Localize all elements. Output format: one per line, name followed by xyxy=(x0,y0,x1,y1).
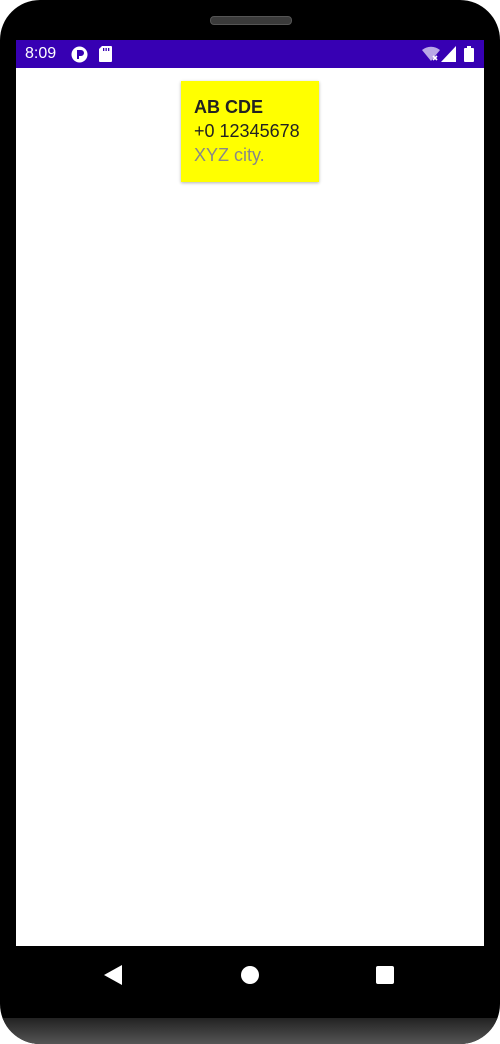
status-bar: 8:09 xyxy=(16,40,484,68)
screen: 8:09 AB CDE +0 12345678 XYZ city. xyxy=(16,40,484,946)
contact-phone: +0 12345678 xyxy=(194,121,300,141)
device-frame: 8:09 AB CDE +0 12345678 XYZ city. xyxy=(0,0,500,1044)
back-icon[interactable] xyxy=(104,965,122,990)
app-notification-icon xyxy=(71,46,88,68)
contact-city: XYZ city. xyxy=(194,145,265,165)
recents-icon[interactable] xyxy=(376,966,394,989)
sd-card-icon xyxy=(99,46,112,67)
navigation-bar xyxy=(0,946,500,1006)
status-time: 8:09 xyxy=(25,45,57,62)
battery-icon xyxy=(464,46,474,67)
signal-icon xyxy=(441,46,456,67)
contact-card[interactable]: AB CDE +0 12345678 XYZ city. xyxy=(181,81,319,182)
contact-name: AB CDE xyxy=(194,97,264,117)
speaker-grille xyxy=(210,16,292,25)
home-icon[interactable] xyxy=(241,966,259,989)
wifi-icon xyxy=(422,46,440,67)
